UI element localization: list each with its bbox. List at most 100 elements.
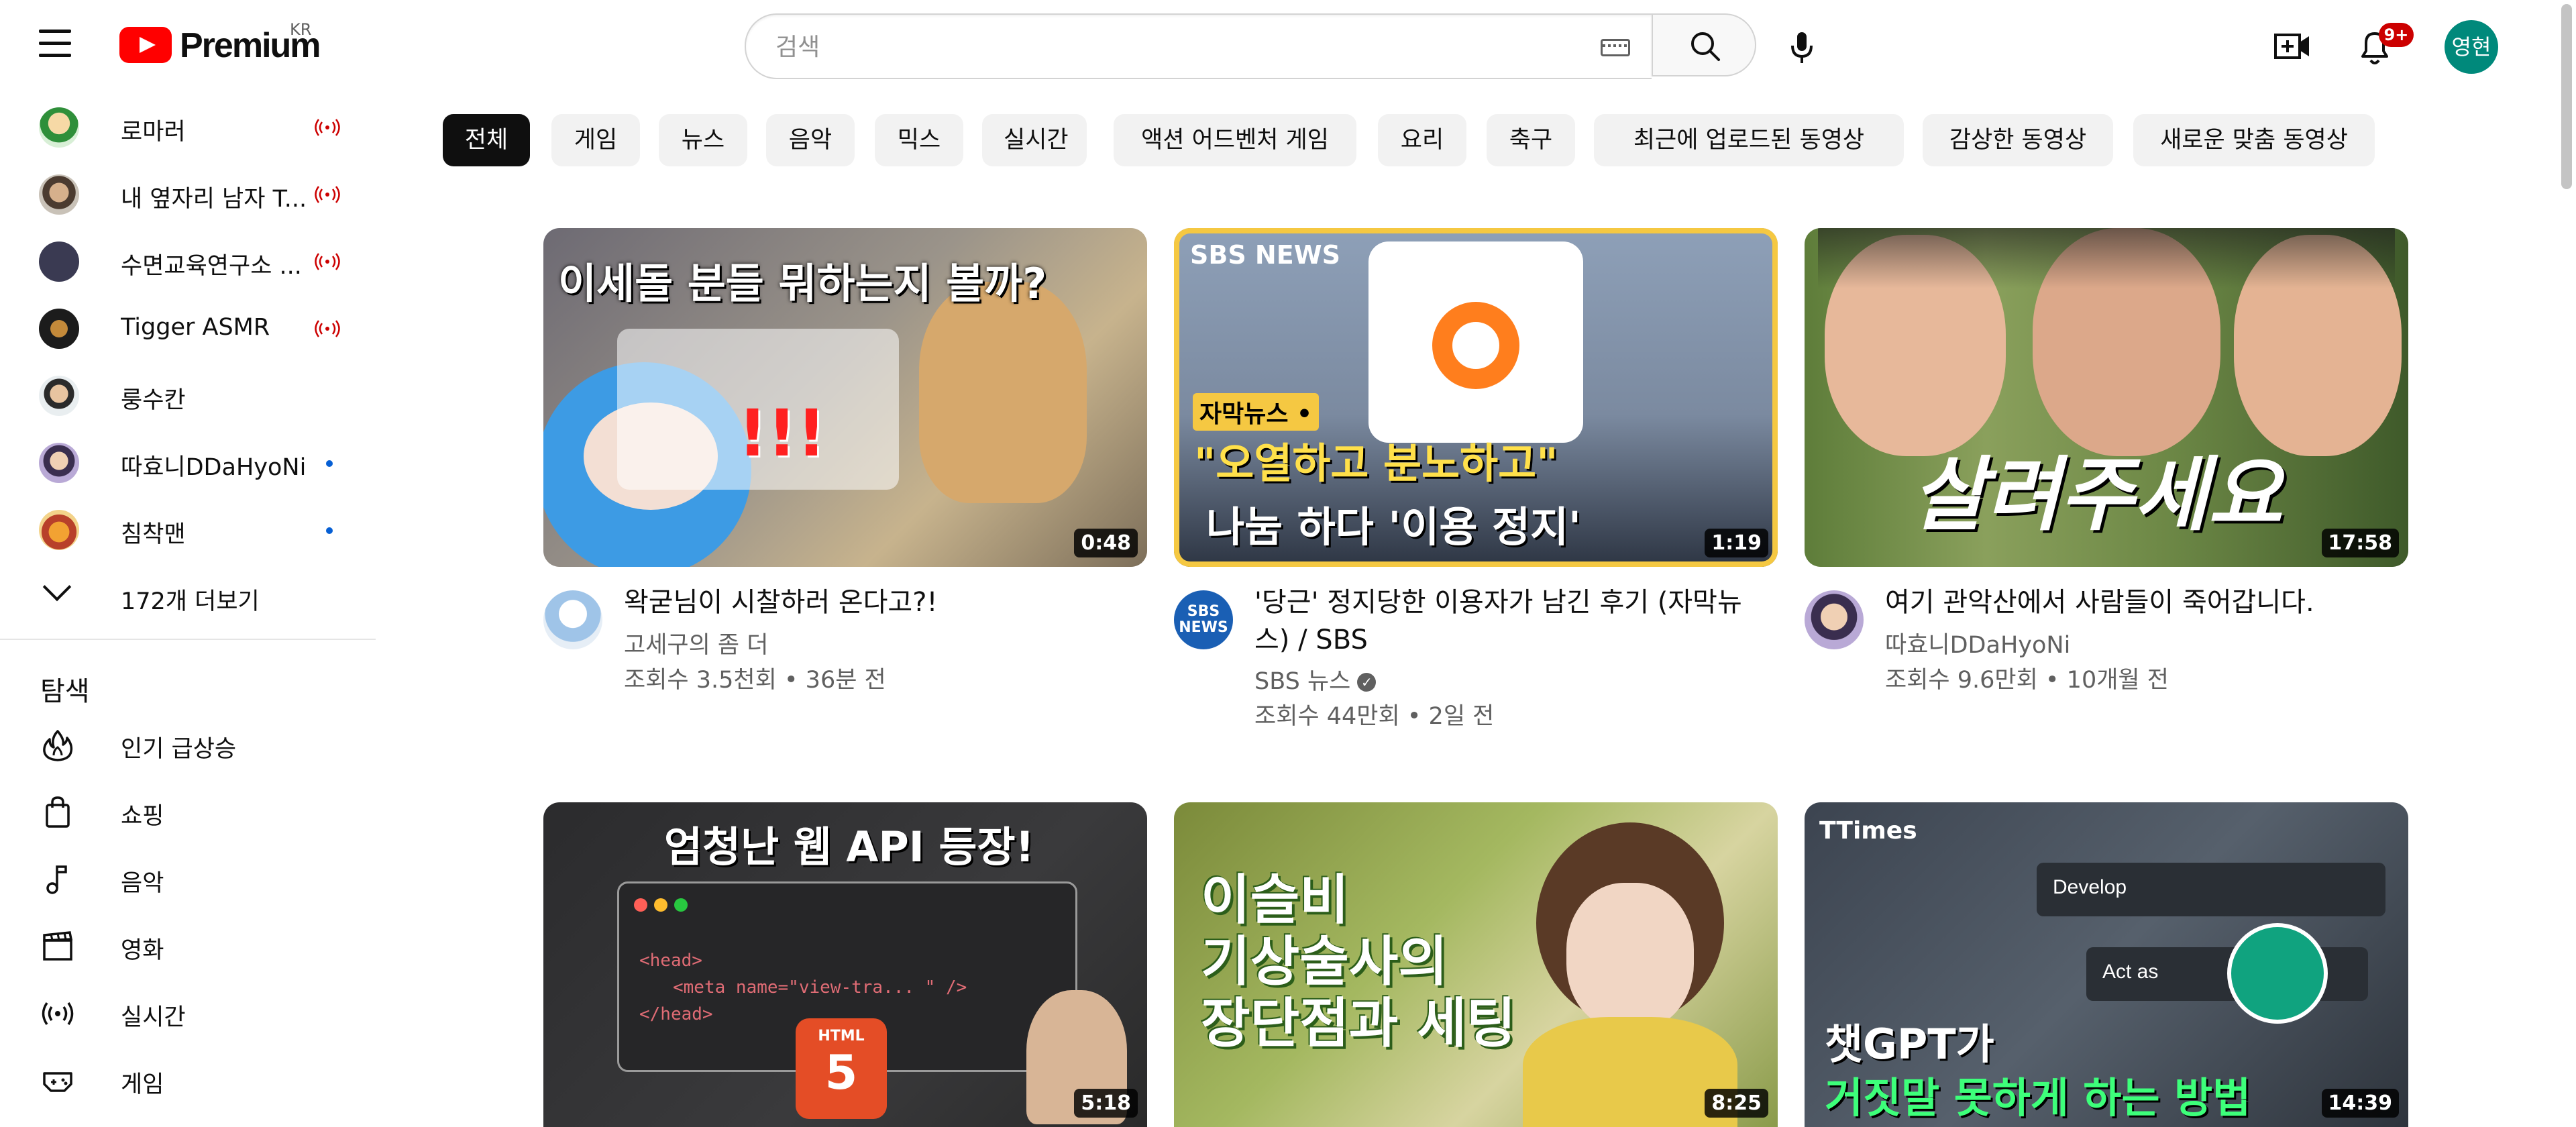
window-maximize-icon <box>674 898 688 912</box>
sidebar-item-gaming[interactable]: 게임 <box>0 1046 376 1114</box>
thumbnail-caption: 기상술사의 <box>1201 930 1448 993</box>
chip-action-adventure[interactable]: 액션 어드벤처 게임 <box>1114 114 1356 166</box>
new-content-dot <box>326 460 333 467</box>
channel-avatar[interactable]: SBS NEWS <box>1174 590 1233 649</box>
channel-avatar[interactable] <box>543 590 602 649</box>
video-thumbnail[interactable]: TTimes Develop Act as 챗GPT가 거짓말 못하게 하는 방… <box>1805 802 2408 1127</box>
search-icon <box>1691 32 1720 61</box>
new-content-dot <box>326 527 333 534</box>
channel-avatar <box>39 376 79 416</box>
voice-search-button[interactable] <box>1771 16 1833 78</box>
channel-name: 따효니DDaHyoNi <box>121 454 307 481</box>
create-video-button[interactable] <box>2274 32 2310 60</box>
sidebar-item-movies[interactable]: 영화 <box>0 912 376 979</box>
youtube-play-icon <box>119 27 172 63</box>
page-scrollbar[interactable] <box>2557 0 2576 1127</box>
thumbnail-caption: 엄청난 웹 API 등장! <box>664 822 1034 871</box>
microphone-icon <box>1791 32 1813 63</box>
show-more-button[interactable]: 172개 더보기 <box>0 564 376 631</box>
live-icon <box>315 119 340 136</box>
video-thumbnail[interactable]: 살려주세요 17:58 <box>1805 228 2408 567</box>
window-close-icon <box>634 898 647 912</box>
video-card[interactable]: SBS NEWS 자막뉴스 • "오열하고 분노하고" 나눔 하다 '이용 정지… <box>1174 228 1778 751</box>
chip-all[interactable]: 전체 <box>443 114 530 166</box>
sidebar-item-trending[interactable]: 인기 급상승 <box>0 711 376 778</box>
video-title[interactable]: 왁굳님이 시찰하러 온다고?! <box>624 584 1134 621</box>
notification-badge: 9+ <box>2379 23 2414 47</box>
video-thumbnail[interactable]: 이세돌 분들 뭐하는지 볼까? !!! 0:48 <box>543 228 1147 567</box>
chip-watched[interactable]: 감상한 동영상 <box>1923 114 2113 166</box>
channel-avatar <box>39 107 79 148</box>
subscription-item[interactable]: 룽수칸 <box>0 362 376 429</box>
live-icon <box>315 186 340 203</box>
video-title[interactable]: '당근' 정지당한 이용자가 남긴 후기 (자막뉴스) / SBS <box>1254 584 1764 659</box>
channel-name[interactable]: 고세구의 좀 더 <box>624 628 768 663</box>
subscription-item[interactable]: 로마러 <box>0 94 376 161</box>
subscription-item[interactable]: Tigger ASMR <box>0 295 376 362</box>
html5-logo-icon: HTML 5 <box>796 1018 887 1119</box>
chip-music[interactable]: 음악 <box>766 114 855 166</box>
video-card[interactable]: 살려주세요 17:58 여기 관악산에서 사람들이 죽어갑니다. 따효니DDaH… <box>1805 228 2408 751</box>
channel-avatar[interactable] <box>1805 590 1864 649</box>
video-thumbnail[interactable]: 엄청난 웹 API 등장! <head> <meta name="view-tr… <box>543 802 1147 1127</box>
verified-badge-icon: ✓ <box>1357 673 1377 692</box>
channel-name[interactable]: 따효니DDaHyoNi <box>1885 628 2070 663</box>
thumbnail-caption: 장단점과 세팅 <box>1201 992 1516 1055</box>
video-card[interactable]: TTimes Develop Act as 챗GPT가 거짓말 못하게 하는 방… <box>1805 802 2408 1127</box>
thumbnail-caption: 챗GPT가 <box>1825 1020 1994 1069</box>
chip-mix[interactable]: 믹스 <box>875 114 963 166</box>
html5-number: 5 <box>824 1045 858 1100</box>
search-button[interactable] <box>1652 13 1756 76</box>
live-icon <box>315 253 340 270</box>
channel-name: 침착맨 <box>121 521 186 548</box>
explore-section-title: 탐색 <box>40 676 90 707</box>
account-avatar[interactable]: 영현 <box>2445 20 2498 74</box>
prompt-text: Act as <box>2102 961 2159 983</box>
channel-avatar <box>39 510 79 550</box>
sidebar-item-live[interactable]: 실시간 <box>0 979 376 1046</box>
chip-live[interactable]: 실시간 <box>982 114 1087 166</box>
channel-name: 로마러 <box>121 119 186 146</box>
scrollbar-thumb[interactable] <box>2561 4 2572 189</box>
sidebar-item-label: 영화 <box>121 937 164 964</box>
chip-news[interactable]: 뉴스 <box>659 114 747 166</box>
channel-name[interactable]: SBS 뉴스 <box>1254 668 1350 695</box>
video-title[interactable]: 여기 관악산에서 사람들이 죽어갑니다. <box>1885 584 2395 621</box>
live-icon <box>315 320 340 337</box>
chip-soccer[interactable]: 축구 <box>1487 114 1575 166</box>
chip-cooking[interactable]: 요리 <box>1378 114 1466 166</box>
sidebar-item-shopping[interactable]: 쇼핑 <box>0 778 376 845</box>
subscription-item[interactable]: 내 옆자리 남자 T... <box>0 161 376 228</box>
music-note-icon <box>46 865 67 894</box>
sidebar-divider <box>0 639 376 640</box>
chatgpt-logo-icon <box>2227 923 2328 1024</box>
clapperboard-icon <box>43 931 73 961</box>
sidebar-item-label: 인기 급상승 <box>121 736 237 763</box>
video-card[interactable]: 이세돌 분들 뭐하는지 볼까? !!! 0:48 왁굳님이 시찰하러 온다고?!… <box>543 228 1147 751</box>
news-tag: 자막뉴스 • <box>1193 393 1320 431</box>
chip-recently-uploaded[interactable]: 최근에 업로드된 동영상 <box>1594 114 1904 166</box>
chip-new-to-you[interactable]: 새로운 맞춤 동영상 <box>2133 114 2375 166</box>
video-thumbnail[interactable]: SBS NEWS 자막뉴스 • "오열하고 분노하고" 나눔 하다 '이용 정지… <box>1174 228 1778 567</box>
sidebar-item-music[interactable]: 음악 <box>0 845 376 912</box>
channel-avatar <box>39 174 79 215</box>
video-duration: 17:58 <box>2321 529 2399 557</box>
thumbnail-caption: "오열하고 분노하고" <box>1194 439 1558 488</box>
video-card[interactable]: 엄청난 웹 API 등장! <head> <meta name="view-tr… <box>543 802 1147 1127</box>
video-card[interactable]: 이슬비 기상술사의 장단점과 세팅 8:25 <box>1174 802 1778 1127</box>
channel-name: 내 옆자리 남자 T... <box>121 186 307 213</box>
search-input[interactable] <box>774 30 1582 64</box>
channel-name: 룽수칸 <box>121 387 186 414</box>
subscription-item[interactable]: 따효니DDaHyoNi <box>0 429 376 496</box>
channel-avatar <box>39 443 79 483</box>
subscription-item[interactable]: 수면교육연구소 ... <box>0 228 376 295</box>
code-line: <meta name="view-tra... " /> <box>673 977 967 998</box>
video-duration: 1:19 <box>1705 529 1768 557</box>
video-thumbnail[interactable]: 이슬비 기상술사의 장단점과 세팅 8:25 <box>1174 802 1778 1127</box>
subscription-item[interactable]: 침착맨 <box>0 496 376 564</box>
sidebar-item-label: 실시간 <box>121 1004 186 1031</box>
keyboard-icon[interactable] <box>1601 39 1630 56</box>
menu-icon[interactable] <box>39 30 71 58</box>
chip-gaming[interactable]: 게임 <box>551 114 640 166</box>
prompt-box: Develop <box>2037 863 2385 916</box>
